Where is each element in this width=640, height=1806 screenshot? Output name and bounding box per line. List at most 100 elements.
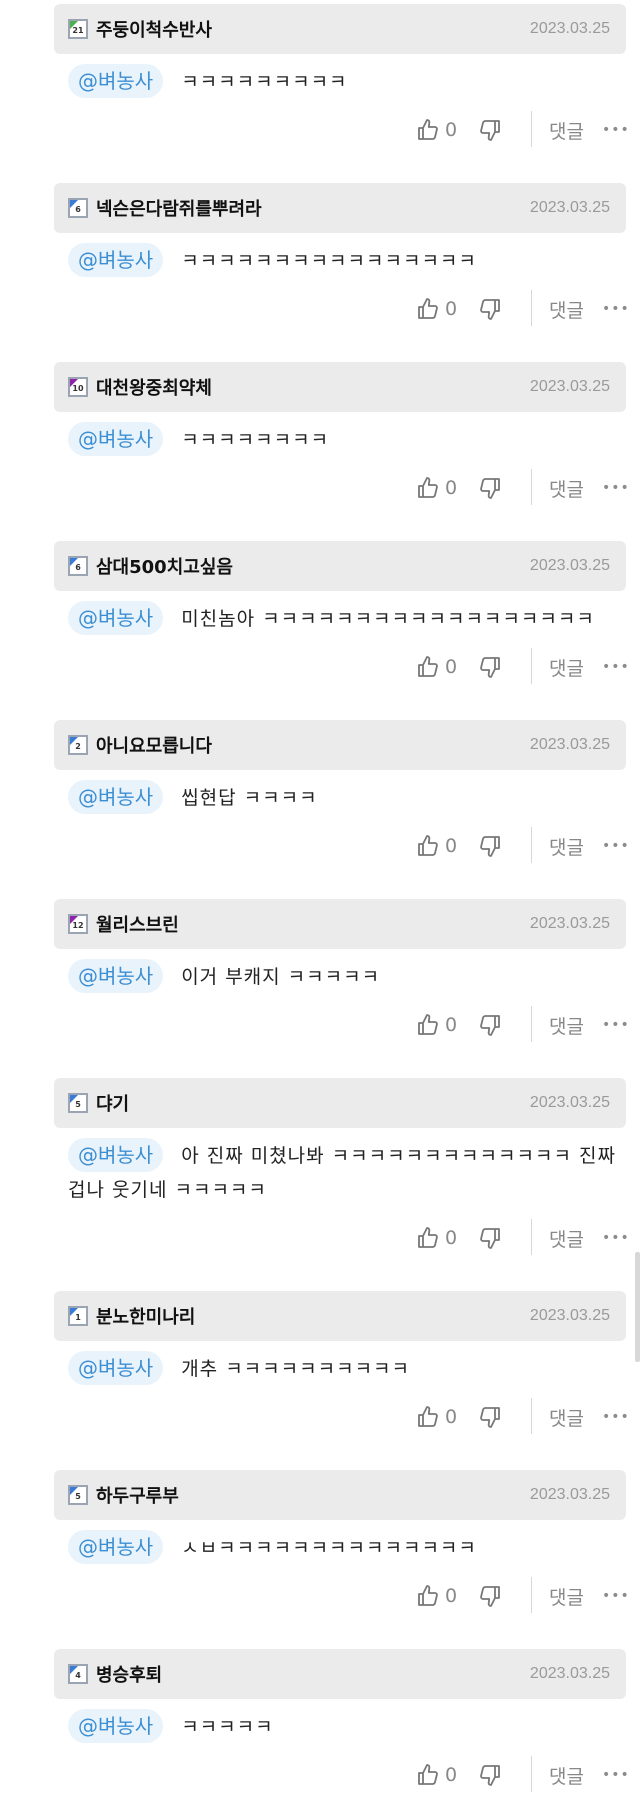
more-options-icon[interactable]: ••• — [602, 831, 630, 861]
comment-date: 2023.03.25 — [529, 1094, 610, 1111]
comment-author[interactable]: 댜기 — [96, 1090, 530, 1116]
thumbs-down-icon[interactable] — [478, 294, 502, 324]
like-count: 0 — [445, 835, 458, 857]
level-number: 5 — [75, 1492, 81, 1501]
more-options-icon[interactable]: ••• — [602, 1223, 630, 1253]
comment-author[interactable]: 병승후퇴 — [96, 1661, 530, 1687]
thumbs-up-icon[interactable] — [416, 1581, 440, 1611]
thumbs-down-icon[interactable] — [478, 1402, 502, 1432]
more-options-icon[interactable]: ••• — [602, 1402, 630, 1432]
reply-button[interactable]: 댓글 — [549, 652, 584, 682]
reply-button[interactable]: 댓글 — [549, 294, 584, 324]
level-badge-icon: 6 — [68, 198, 88, 218]
comment-header: 12 월리스브린 2023.03.25 — [54, 899, 626, 949]
comment-author[interactable]: 주둥이척수반사 — [96, 16, 530, 42]
comment-item: 10 대천왕중최약체 2023.03.25 @벼농사 ㅋㅋㅋㅋㅋㅋㅋㅋ 0 댓글 … — [0, 362, 640, 519]
more-options-icon[interactable]: ••• — [602, 1760, 630, 1790]
comment-item: 5 하두구루부 2023.03.25 @벼농사 ㅅㅂㅋㅋㅋㅋㅋㅋㅋㅋㅋㅋㅋㅋㅋㅋ … — [0, 1470, 640, 1627]
mention-tag[interactable]: @벼농사 — [68, 1530, 164, 1564]
thumbs-up-icon[interactable] — [416, 1402, 440, 1432]
comment-actions: 0 댓글 ••• — [0, 1386, 640, 1448]
mention-tag[interactable]: @벼농사 — [68, 601, 164, 635]
comment-actions: 0 댓글 ••• — [0, 815, 640, 877]
comment-body: @벼농사 ㅋㅋㅋㅋㅋㅋㅋㅋㅋㅋㅋㅋㅋㅋㅋㅋ — [68, 233, 620, 278]
thumbs-up-icon[interactable] — [416, 115, 440, 145]
level-number: 5 — [75, 1100, 81, 1109]
comment-actions: 0 댓글 ••• — [0, 636, 640, 698]
reply-button[interactable]: 댓글 — [549, 1223, 584, 1253]
thumbs-down-icon[interactable] — [478, 1581, 502, 1611]
comment-author[interactable]: 아니요모릅니다 — [96, 732, 530, 758]
level-badge-icon: 6 — [68, 556, 88, 576]
level-badge-icon: 5 — [68, 1093, 88, 1113]
comment-body: @벼농사 개추 ㅋㅋㅋㅋㅋㅋㅋㅋㅋㅋ — [68, 1341, 620, 1386]
thumbs-down-icon[interactable] — [478, 1760, 502, 1790]
thumbs-up-icon[interactable] — [416, 831, 440, 861]
level-number: 21 — [72, 26, 84, 35]
mention-tag[interactable]: @벼농사 — [68, 243, 164, 277]
thumbs-up-icon[interactable] — [416, 473, 440, 503]
comment-text: ㅋㅋㅋㅋㅋ — [181, 1716, 274, 1738]
thumbs-down-icon[interactable] — [478, 1223, 502, 1253]
level-number: 12 — [72, 921, 84, 930]
thumbs-up-icon[interactable] — [416, 1223, 440, 1253]
action-divider — [531, 290, 532, 326]
thumbs-up-icon[interactable] — [416, 294, 440, 324]
comment-text: 씹현답 ㅋㅋㅋㅋ — [181, 787, 318, 809]
comment-header: 6 삼대500치고싶음 2023.03.25 — [54, 541, 626, 591]
mention-tag[interactable]: @벼농사 — [68, 1709, 164, 1743]
thumbs-down-icon[interactable] — [478, 1010, 502, 1040]
comment-header: 1 분노한미나리 2023.03.25 — [54, 1291, 626, 1341]
more-options-icon[interactable]: ••• — [602, 473, 630, 503]
comment-author[interactable]: 하두구루부 — [96, 1482, 530, 1508]
thumbs-down-icon[interactable] — [478, 652, 502, 682]
mention-tag[interactable]: @벼농사 — [68, 1138, 164, 1172]
comment-author[interactable]: 월리스브린 — [96, 911, 530, 937]
comment-text: ㅋㅋㅋㅋㅋㅋㅋㅋㅋ — [181, 71, 348, 93]
reply-button[interactable]: 댓글 — [549, 473, 584, 503]
more-options-icon[interactable]: ••• — [602, 1010, 630, 1040]
reply-button[interactable]: 댓글 — [549, 1760, 584, 1790]
mention-tag[interactable]: @벼농사 — [68, 959, 164, 993]
thumbs-up-icon[interactable] — [416, 652, 440, 682]
comment-actions: 0 댓글 ••• — [0, 99, 640, 161]
level-badge-icon: 5 — [68, 1485, 88, 1505]
comment-author[interactable]: 삼대500치고싶음 — [96, 553, 530, 579]
mention-tag[interactable]: @벼농사 — [68, 1351, 164, 1385]
comment-text: 이거 부캐지 ㅋㅋㅋㅋㅋ — [181, 966, 381, 988]
reply-button[interactable]: 댓글 — [549, 1010, 584, 1040]
mention-tag[interactable]: @벼농사 — [68, 422, 164, 456]
comment-item: 5 댜기 2023.03.25 @벼농사 아 진짜 미쳤나봐 ㅋㅋㅋㅋㅋㅋㅋㅋㅋㅋ… — [0, 1078, 640, 1269]
reply-button[interactable]: 댓글 — [549, 831, 584, 861]
reply-button[interactable]: 댓글 — [549, 1581, 584, 1611]
comment-author[interactable]: 넥슨은다람쥐를뿌려라 — [96, 195, 530, 221]
comment-body: @벼농사 ㅋㅋㅋㅋㅋ — [68, 1699, 620, 1744]
comment-date: 2023.03.25 — [529, 20, 610, 37]
comment-author[interactable]: 대천왕중최약체 — [96, 374, 530, 400]
comment-body: @벼농사 아 진짜 미쳤나봐 ㅋㅋㅋㅋㅋㅋㅋㅋㅋㅋㅋㅋㅋ 진짜 겁나 웃기네 ㅋㅋ… — [54, 1128, 616, 1207]
comment-text: ㅅㅂㅋㅋㅋㅋㅋㅋㅋㅋㅋㅋㅋㅋㅋㅋ — [181, 1537, 477, 1559]
mention-tag[interactable]: @벼농사 — [68, 780, 164, 814]
more-options-icon[interactable]: ••• — [602, 652, 630, 682]
thumbs-up-icon[interactable] — [416, 1010, 440, 1040]
thumbs-up-icon[interactable] — [416, 1760, 440, 1790]
like-count: 0 — [445, 656, 458, 678]
thumbs-down-icon[interactable] — [478, 831, 502, 861]
thumbs-down-icon[interactable] — [478, 473, 502, 503]
comment-actions: 0 댓글 ••• — [0, 457, 640, 519]
like-count: 0 — [445, 119, 458, 141]
comment-author[interactable]: 분노한미나리 — [96, 1303, 530, 1329]
scrollbar[interactable] — [635, 1252, 640, 1362]
action-divider — [531, 648, 532, 684]
comment-header: 5 댜기 2023.03.25 — [54, 1078, 626, 1128]
like-count: 0 — [445, 298, 458, 320]
mention-tag[interactable]: @벼농사 — [68, 64, 164, 98]
reply-button[interactable]: 댓글 — [549, 1402, 584, 1432]
more-options-icon[interactable]: ••• — [602, 294, 630, 324]
more-options-icon[interactable]: ••• — [602, 1581, 630, 1611]
more-options-icon[interactable]: ••• — [602, 115, 630, 145]
reply-button[interactable]: 댓글 — [549, 115, 584, 145]
like-count: 0 — [445, 1585, 458, 1607]
level-badge-icon: 12 — [68, 914, 88, 934]
thumbs-down-icon[interactable] — [478, 115, 502, 145]
